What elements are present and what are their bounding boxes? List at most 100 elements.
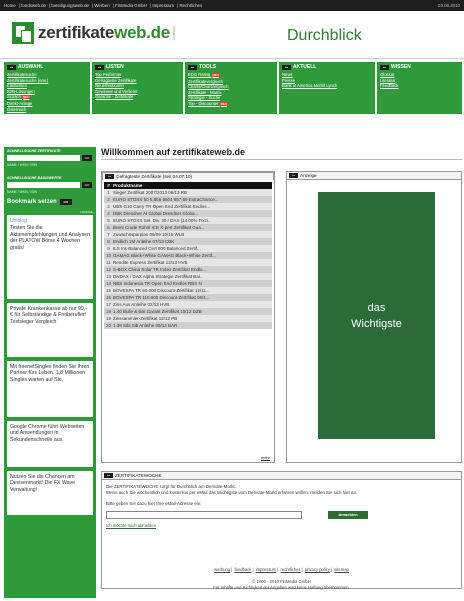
row-product-name[interactable]: EURO STOXX 50 5.856 9604 657.59 ExtraCha… <box>113 197 218 202</box>
site-logo[interactable]: zertifikateweb.de FINMEDIA <box>12 22 176 44</box>
sidebar-ad[interactable]: Mit freenetSingles finden Sie Ihren Part… <box>7 361 93 417</box>
row-product-name[interactable]: ILS Ins Balanced Cert 800 Balanced Zerti… <box>113 246 201 251</box>
table-row[interactable]: 1 Sieger Zertifikat 2007/2013 06/13 RB <box>104 189 272 196</box>
row-product-name[interactable]: BOVESPA TR 110.000 Discount-Zertifikat 0… <box>113 295 210 300</box>
newsletter-email-input[interactable] <box>106 511 302 520</box>
row-product-name[interactable]: Endlich 1M Anleihe 07/13 CBK <box>113 239 174 244</box>
row-product-name[interactable]: GAMAG Black+White GAMAG Black+White Zert… <box>113 253 216 258</box>
row-product-name[interactable]: Zuwachssparplan 09/09 10/15 WLB <box>113 232 184 237</box>
row-product-name[interactable]: Sieger Zertifikat 2007/2013 06/13 RB <box>113 190 187 195</box>
table-row[interactable]: 20 1.39 Sibi Sib Anleihe 09/14 BAR <box>104 322 272 329</box>
footer-link[interactable]: impressum <box>256 567 276 572</box>
menu-item[interactable]: Feedback <box>380 83 459 89</box>
table-row[interactable]: 18 1.40 Bulle & Bär Garant Zertifikat 10/… <box>104 308 272 315</box>
footer-link[interactable]: feedback <box>234 567 251 572</box>
footer-link[interactable]: sitemap <box>334 567 349 572</box>
menu-item[interactable]: Bank of America Merrill Lynch <box>282 83 356 89</box>
top-link-home[interactable]: Home <box>4 3 16 8</box>
menu-item[interactable]: Top - Discounter NEU <box>188 101 274 108</box>
top-link-finmedia[interactable]: FinMedia GmbH <box>115 3 147 8</box>
quicksearch-certificates-input[interactable] <box>7 155 80 161</box>
row-product-name[interactable]: 1.40 Bulle & Bär Garant Zertifikat 10/12… <box>113 309 202 314</box>
table-header: # Produktname <box>104 182 272 189</box>
row-product-name[interactable]: EURO STOXX Sel. Div. 30 / DAX (14.00% Fi… <box>113 218 212 223</box>
row-product-name[interactable]: S-BOX China Solar TR Index Zertifikat En… <box>113 267 206 272</box>
logo-text: zertifikateweb.de <box>38 23 170 43</box>
top-bar: Home | fondsweb.de | beteiligungsweb.de | W… <box>0 0 464 11</box>
menu-auswahl: »» AUSWAHL Zertifikatesuche Zertifikatesu… <box>4 62 90 114</box>
top-link-beteiligungsweb[interactable]: beteiligungsweb.de <box>51 3 89 8</box>
table-row[interactable]: 10 GAMAG Black+White GAMAG Black+White Ze… <box>104 252 272 259</box>
row-number: 19 <box>105 316 111 321</box>
table-row[interactable]: 14 NBS Indonesia TR Open End Endlos RBS N <box>104 280 272 287</box>
ad-text: Google Chrome führt Webseiten und Anwend… <box>10 424 85 443</box>
row-product-name[interactable]: BOVESPA TR 60.000 Discount-Zertifikat 12… <box>113 288 210 293</box>
table-row[interactable]: 12 S-BOX China Solar TR Index Zertifikat … <box>104 266 272 273</box>
menu-wissen: »» WISSEN Glossar Literatur Feedback <box>377 62 462 114</box>
row-product-name[interactable]: UBS G10 Carry TR Open End Zertifikat End… <box>113 204 210 209</box>
table-row[interactable]: 8 Endlich 1M Anleihe 07/13 CBK <box>104 238 272 245</box>
sidebar-ad[interactable]: Uniblog Testen Sie die Aktienempfehlunge… <box>7 215 93 299</box>
table-row[interactable]: 16 BOVESPA TR 110.000 Discount-Zertifikat… <box>104 294 272 301</box>
subscribe-button[interactable]: Anmelden <box>328 511 368 520</box>
ad-banner[interactable]: das Wichtigste <box>318 192 435 439</box>
menu-item[interactable]: Scoach NEU <box>7 94 87 101</box>
unsubscribe-link[interactable]: Ich möchte mich abmelden <box>106 523 457 529</box>
top-link-impressum[interactable]: Impressum <box>152 3 174 8</box>
top-link-werben[interactable]: Werben <box>94 3 109 8</box>
row-product-name[interactable]: DivDAX / DAX Alpha Strategie Zertifikat … <box>113 274 204 279</box>
row-number: 3 <box>107 204 110 209</box>
menu-item[interactable]: Garantie - Zertifikate <box>95 94 180 100</box>
row-product-name[interactable]: Zinssammler-Zertifikat 12/12 PB <box>113 316 177 321</box>
footer-link[interactable]: rechtliches <box>281 567 301 572</box>
top-links: Home | fondsweb.de | beteiligungsweb.de | W… <box>4 3 203 8</box>
bookmark-label[interactable]: Bookmark setzen <box>7 199 57 205</box>
table-row[interactable]: 5 EURO STOXX Sel. Div. 30 / DAX (14.00% F… <box>104 217 272 224</box>
table-row[interactable]: 7 Zuwachssparplan 09/09 10/15 WLB <box>104 231 272 238</box>
quicksearch-underlyings-go-button[interactable]: GO <box>82 182 92 188</box>
menu-arrow-icon: »» <box>380 64 389 70</box>
row-product-name[interactable]: NBS Indonesia TR Open End Endlos RBS N <box>113 281 202 286</box>
table-row[interactable]: 19 Zinssammler-Zertifikat 12/12 PB <box>104 315 272 322</box>
sidebar-ad[interactable]: Private Krankenkasse ab nur 99,- € für S… <box>7 303 93 357</box>
row-product-name[interactable]: Zins Aus Anleihe 02/13 HVB <box>113 302 169 307</box>
column-product-name: Produktname <box>113 183 143 188</box>
row-product-name[interactable]: Brent Crude Rohöl ICE X-pert Zertifikat … <box>113 225 205 230</box>
menu-title: LISTEN <box>106 64 124 70</box>
top-link-fondsweb[interactable]: fondsweb.de <box>21 3 46 8</box>
row-product-name[interactable]: DBK Dresdner AI Global Dresdner Globa... <box>113 211 198 216</box>
table-row[interactable]: 17 Zins Aus Anleihe 02/13 HVB <box>104 301 272 308</box>
more-link[interactable]: mehr <box>261 455 270 460</box>
top-link-rechtliches[interactable]: Rechtliches <box>179 3 202 8</box>
quicksearch-underlyings-input[interactable] <box>7 182 80 188</box>
sidebar-ad[interactable]: Nutzen Sie die Chancen am Devisenmarkt! … <box>7 471 93 515</box>
row-number: 14 <box>105 281 111 286</box>
table-row[interactable]: 3 UBS G10 Carry TR Open End Zertifikat En… <box>104 203 272 210</box>
menu-title: WISSEN <box>391 64 411 70</box>
footer-link[interactable]: privacy policy <box>305 567 330 572</box>
table-row[interactable]: 13 DivDAX / DAX Alpha Strategie Zertifika… <box>104 273 272 280</box>
row-number: 18 <box>105 309 111 314</box>
table-row[interactable]: 11 Rendite Express Zertifikat 12/13 HVB <box>104 259 272 266</box>
quicksearch-certificates-go-button[interactable]: GO <box>82 155 92 161</box>
table-row[interactable]: 4 DBK Dresdner AI Global Dresdner Globa..… <box>104 210 272 217</box>
table-body: 1 Sieger Zertifikat 2007/2013 06/13 RB 2 EU… <box>104 189 272 329</box>
column-number: # <box>107 183 110 188</box>
footer-link[interactable]: werbung <box>214 567 230 572</box>
table-row[interactable]: 15 BOVESPA TR 60.000 Discount-Zertifikat … <box>104 287 272 294</box>
row-product-name[interactable]: 1.39 Sibi Sib Anleihe 09/14 BAR <box>113 323 177 328</box>
menu-item[interactable]: Österreich <box>7 107 87 113</box>
sidebar-ad[interactable]: Google Chrome führt Webseiten und Anwend… <box>7 421 93 467</box>
row-product-name[interactable]: Rendite Express Zertifikat 12/13 HVB <box>113 260 188 265</box>
menu-item[interactable]: EDG Rating NEU <box>188 72 274 79</box>
table-row[interactable]: 9 ILS Ins Balanced Cert 800 Balanced Zert… <box>104 245 272 252</box>
bookmark-go-button[interactable]: GO <box>59 199 72 205</box>
row-number: 8 <box>107 239 110 244</box>
table-row[interactable]: 6 Brent Crude Rohöl ICE X-pert Zertifikat… <box>104 224 272 231</box>
table-row[interactable]: 2 EURO STOXX 50 5.856 9604 657.59 ExtraCh… <box>104 196 272 203</box>
sidebar: SCHNELLSUCHE ZERTIFIKATE GO NAME / WKN /… <box>4 147 96 598</box>
panel-title-text: ZERTIFIKATEWOCHE <box>115 473 162 478</box>
row-number: 2 <box>107 197 110 202</box>
newsletter-text2: Wenn auch Sie wöchentlich und kostenlos … <box>106 489 358 495</box>
logo-mini: FINMEDIA <box>171 25 176 41</box>
